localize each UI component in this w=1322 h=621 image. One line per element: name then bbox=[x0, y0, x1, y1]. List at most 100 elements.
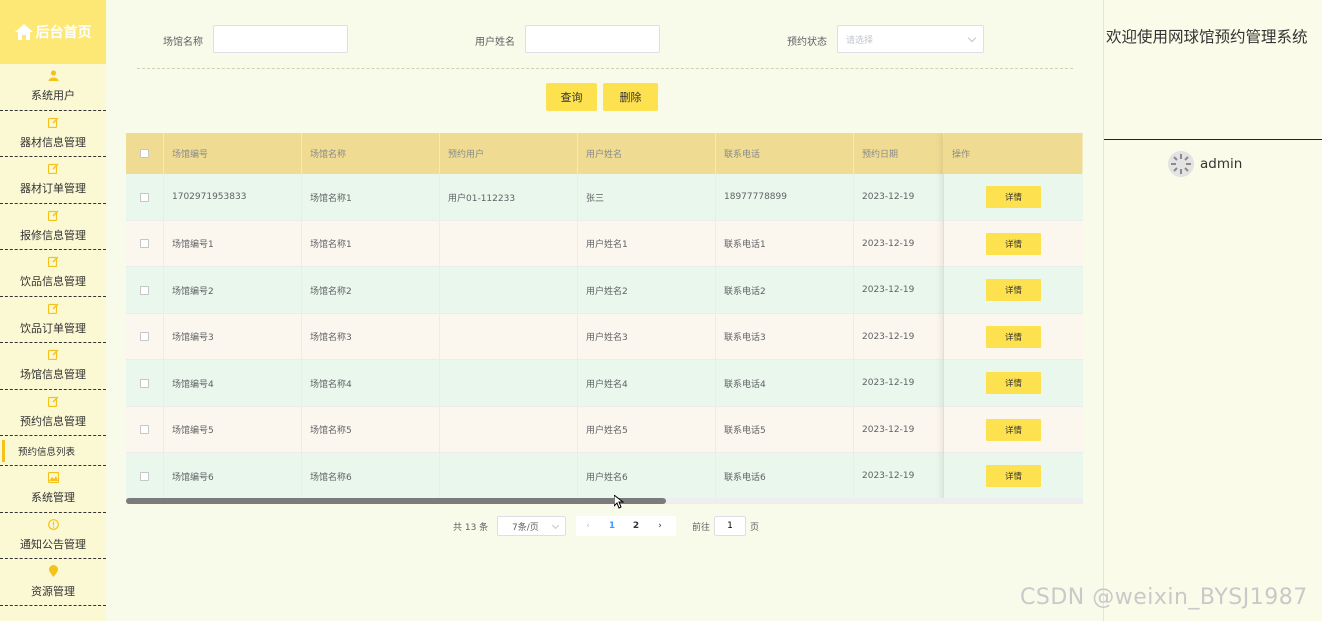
home-link[interactable]: 后台首页 bbox=[0, 0, 106, 64]
row-checkbox[interactable] bbox=[140, 378, 149, 388]
row-checkbox[interactable] bbox=[140, 332, 149, 341]
table-cell: 场馆名称3 bbox=[302, 313, 440, 360]
table-cell bbox=[440, 406, 578, 453]
mouse-cursor-icon bbox=[614, 495, 624, 509]
table-cell: 场馆编号5 bbox=[164, 406, 302, 453]
table-cell: 2023-12-19 bbox=[854, 453, 944, 499]
row-checkbox[interactable] bbox=[140, 471, 149, 481]
sidebar-item[interactable]: 器材信息管理 bbox=[0, 111, 106, 157]
table-cell: 场馆名称4 bbox=[302, 360, 440, 406]
sidebar-item[interactable]: 饮品订单管理 bbox=[0, 297, 106, 343]
table-cell: 用户姓名1 bbox=[578, 220, 716, 267]
prev-page-button[interactable]: ‹ bbox=[576, 521, 600, 531]
column-header: 场馆名称 bbox=[302, 133, 440, 174]
delete-button[interactable]: 删除 bbox=[603, 83, 658, 111]
goto-label: 前往 bbox=[692, 522, 711, 533]
picture-icon bbox=[47, 472, 59, 486]
user-name-input[interactable] bbox=[525, 25, 660, 53]
table-cell: 2023-12-19 bbox=[854, 267, 944, 313]
table-cell: 2023-12-19 bbox=[854, 406, 944, 453]
table-row: 场馆编号4 场馆名称4 用户姓名4 联系电话4 2023-12-19 详情 bbox=[126, 360, 1083, 407]
sidebar-item-label: 通知公告管理 bbox=[20, 537, 86, 551]
sidebar-subitem-label: 预约信息列表 bbox=[18, 446, 76, 458]
table-cell: 用户姓名2 bbox=[578, 267, 716, 313]
sidebar-item-label: 场馆信息管理 bbox=[20, 368, 86, 382]
table-cell: 2023-12-19 bbox=[854, 313, 944, 360]
table-cell: 场馆编号4 bbox=[164, 360, 302, 406]
horizontal-scrollbar[interactable] bbox=[126, 498, 1083, 504]
sidebar-item[interactable]: 场馆信息管理 bbox=[0, 343, 106, 390]
goto-page-input[interactable] bbox=[714, 516, 747, 536]
sidebar-item[interactable]: 预约信息管理 bbox=[0, 390, 106, 436]
home-icon bbox=[14, 24, 33, 40]
select-all-checkbox[interactable] bbox=[140, 149, 149, 158]
sidebar-item-label: 饮品信息管理 bbox=[20, 275, 86, 289]
edit-icon bbox=[47, 210, 59, 224]
table-cell: 用户姓名3 bbox=[578, 313, 716, 360]
table-cell: 用户姓名5 bbox=[578, 406, 716, 453]
sidebar-item[interactable]: 饮品信息管理 bbox=[0, 250, 106, 297]
table-cell: 场馆编号2 bbox=[164, 267, 302, 313]
row-checkbox-cell bbox=[126, 174, 164, 220]
status-placeholder: 请选择 bbox=[846, 35, 874, 46]
status-select[interactable]: 请选择 bbox=[837, 25, 984, 53]
right-panel: 欢迎使用网球馆预约管理系统 admin bbox=[1103, 0, 1322, 621]
sidebar-item[interactable]: 资源管理 bbox=[0, 559, 106, 606]
page-size-select[interactable]: 7条/页 bbox=[497, 516, 566, 536]
sidebar-item[interactable]: 器材订单管理 bbox=[0, 157, 106, 204]
sidebar-item-label: 器材信息管理 bbox=[20, 135, 86, 149]
user-icon bbox=[48, 70, 59, 84]
row-checkbox-cell bbox=[126, 406, 164, 453]
chevron-down-icon bbox=[551, 521, 560, 530]
sidebar-item[interactable]: 报修信息管理 bbox=[0, 204, 106, 250]
row-checkbox[interactable] bbox=[140, 425, 149, 434]
sidebar: 后台首页 系统用户器材信息管理 器材订单管理报修信息管理饮品信息管理 饮品订单管理场… bbox=[0, 0, 106, 621]
next-page-button[interactable]: › bbox=[648, 521, 672, 531]
divider bbox=[137, 68, 1073, 69]
column-header: 场馆编号 bbox=[164, 133, 302, 174]
row-checkbox[interactable] bbox=[140, 192, 149, 202]
sidebar-item-label: 器材订单管理 bbox=[20, 182, 86, 196]
column-header: 用户姓名 bbox=[578, 133, 716, 174]
sidebar-subitem-reservation-list[interactable]: 预约信息列表 bbox=[0, 436, 106, 466]
table-cell: 2023-12-19 bbox=[854, 220, 944, 267]
brand-title: 后台首页 bbox=[35, 25, 92, 41]
query-button[interactable]: 查询 bbox=[546, 83, 597, 111]
sidebar-item-label: 预约信息管理 bbox=[20, 414, 86, 428]
sidebar-item-label: 饮品订单管理 bbox=[20, 321, 86, 335]
table-row: 1702971953833 场馆名称1 用户01-112233 张三 189777788… bbox=[126, 174, 1083, 221]
select-all-checkbox-cell bbox=[126, 133, 164, 174]
status-label: 预约状态 bbox=[787, 37, 827, 48]
edit-icon bbox=[47, 117, 59, 131]
table-cell: 联系电话1 bbox=[716, 220, 854, 267]
table-cell: 场馆名称1 bbox=[302, 220, 440, 267]
table-row: 场馆编号2 场馆名称2 用户姓名2 联系电话2 2023-12-19 详情 bbox=[126, 267, 1083, 314]
info-icon bbox=[47, 518, 59, 533]
sidebar-item-label: 资源管理 bbox=[31, 584, 75, 598]
user-info[interactable]: admin bbox=[1168, 151, 1242, 177]
page-jump: 前往 页 bbox=[692, 516, 759, 536]
table-cell bbox=[440, 267, 578, 313]
table-cell: 场馆名称5 bbox=[302, 406, 440, 453]
sidebar-item[interactable]: 通知公告管理 bbox=[0, 513, 106, 559]
row-checkbox-cell bbox=[126, 453, 164, 499]
venue-name-input[interactable] bbox=[213, 25, 348, 53]
edit-icon bbox=[47, 396, 59, 410]
table-cell bbox=[440, 313, 578, 360]
row-checkbox[interactable] bbox=[140, 239, 149, 248]
location-icon bbox=[48, 564, 59, 580]
chevron-down-icon bbox=[967, 33, 977, 43]
table-cell: 2023-12-19 bbox=[854, 174, 944, 220]
table-cell: 场馆名称1 bbox=[302, 174, 440, 220]
sidebar-item[interactable]: 系统用户 bbox=[0, 64, 106, 111]
row-checkbox-cell bbox=[126, 313, 164, 360]
scrollbar-thumb[interactable] bbox=[126, 498, 666, 504]
page-number[interactable]: 2 bbox=[624, 521, 648, 531]
sidebar-item-label: 系统管理 bbox=[31, 491, 75, 505]
username: admin bbox=[1200, 156, 1243, 172]
sidebar-item[interactable]: 系统管理 bbox=[0, 466, 106, 513]
table-cell: 场馆名称6 bbox=[302, 453, 440, 499]
row-checkbox[interactable] bbox=[140, 285, 149, 295]
table-cell: 场馆编号3 bbox=[164, 313, 302, 360]
page-number[interactable]: 1 bbox=[600, 521, 624, 531]
